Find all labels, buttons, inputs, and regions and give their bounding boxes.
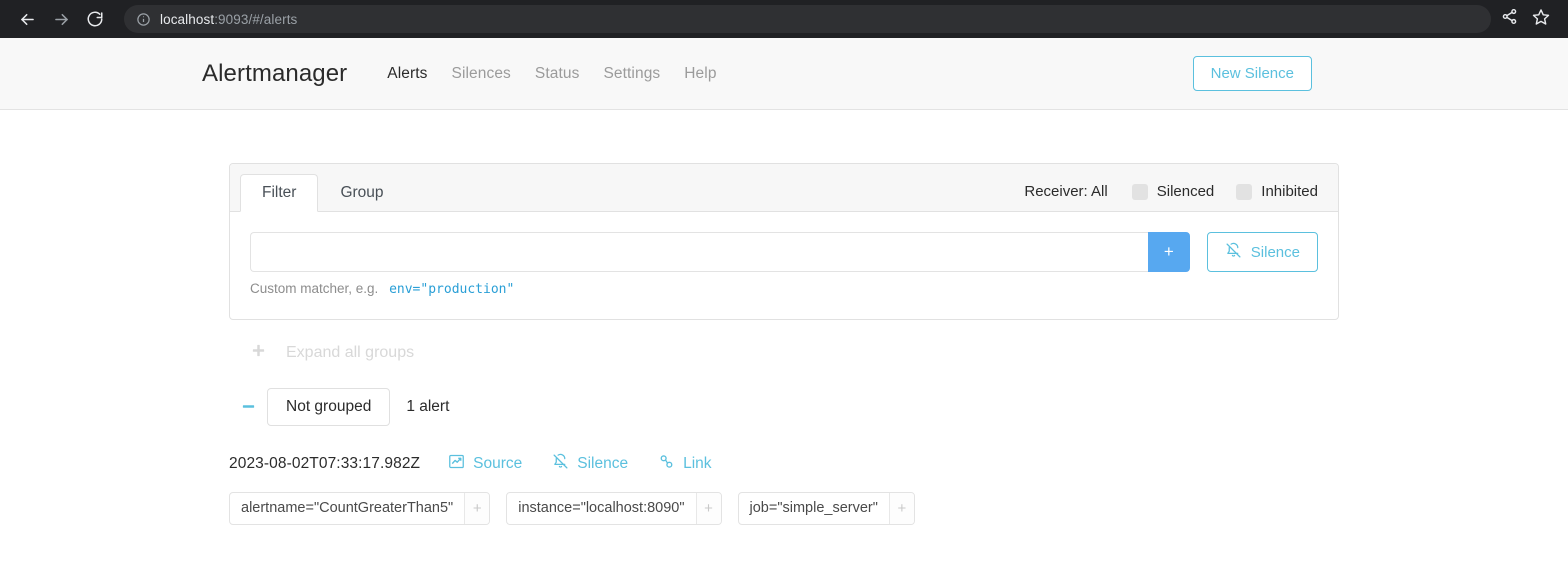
chart-icon [448,453,465,475]
address-bar-text: localhost:9093/#/alerts [160,12,297,27]
silence-button[interactable]: Silence [1206,232,1318,272]
tab-group[interactable]: Group [318,174,405,212]
url-path: :9093/#/alerts [214,11,298,27]
new-silence-button[interactable]: New Silence [1192,56,1312,91]
alert-source-link[interactable]: Source [448,453,522,475]
reload-button[interactable] [80,4,110,34]
toggle-silenced-label: Silenced [1156,183,1215,200]
filter-card-body: + Silence Custom matcher, e.g. env="prod… [230,212,1338,319]
alert-label-chip: instance="localhost:8090" + [506,491,722,525]
expand-all-groups[interactable]: Expand all groups [229,343,1339,363]
back-button[interactable] [12,4,42,34]
tab-filter[interactable]: Filter [240,174,319,212]
star-icon[interactable] [1532,8,1550,31]
alert-meta-row: 2023-08-02T07:33:17.982Z Source Silence … [229,453,1339,475]
alert-link-label: Link [683,454,712,472]
group-name-button[interactable]: Not grouped [267,388,391,426]
add-label-filter-button[interactable]: + [695,492,721,524]
alert-label-text: instance="localhost:8090" [518,499,685,516]
address-bar[interactable]: localhost:9093/#/alerts [124,5,1491,33]
plus-icon [251,343,266,363]
main-nav: Alerts Silences Status Settings Help [375,65,728,83]
nav-item-settings[interactable]: Settings [591,65,672,83]
matcher-hint-text: Custom matcher, e.g. [250,281,379,296]
nav-item-silences[interactable]: Silences [440,65,523,83]
toggle-inhibited[interactable]: Inhibited [1236,183,1318,200]
add-matcher-button[interactable]: + [1147,232,1190,272]
add-label-filter-button[interactable]: + [464,492,490,524]
receiver-selector[interactable]: Receiver: All [1024,183,1107,200]
alert-silence-link[interactable]: Silence [552,453,628,475]
browser-chrome: localhost:9093/#/alerts [0,0,1568,38]
alert-label-text: alertname="CountGreaterThan5" [241,499,454,516]
filter-card: Filter Group Receiver: All Silenced Inhi… [229,163,1339,320]
app-brand[interactable]: Alertmanager [202,60,347,88]
bell-slash-icon [552,453,569,475]
page-content: Filter Group Receiver: All Silenced Inhi… [229,110,1339,525]
alert-silence-label: Silence [577,454,629,472]
bell-slash-icon [1225,242,1242,263]
nav-item-help[interactable]: Help [672,65,728,83]
alert-labels: alertname="CountGreaterThan5" + instance… [229,491,1339,525]
nav-item-alerts[interactable]: Alerts [375,65,439,83]
alert-label-chip: job="simple_server" + [737,491,915,525]
nav-item-status[interactable]: Status [523,65,592,83]
toggle-silenced[interactable]: Silenced [1131,183,1215,200]
forward-arrow-icon [52,10,71,29]
matcher-hint: Custom matcher, e.g. env="production" [250,281,1318,297]
toggle-inhibited-label: Inhibited [1261,183,1318,200]
checkbox-icon[interactable] [1131,183,1148,200]
forward-button[interactable] [46,4,76,34]
checkbox-icon[interactable] [1236,183,1253,200]
reload-icon [86,10,104,28]
app-navbar: Alertmanager Alerts Silences Status Sett… [0,38,1568,110]
alert-link-link[interactable]: Link [658,453,712,475]
add-label-filter-button[interactable]: + [888,492,914,524]
alert-source-label: Source [473,454,523,472]
back-arrow-icon [18,10,37,29]
filter-tabs: Filter Group [240,174,406,212]
chrome-toolbar-right [1501,8,1556,31]
filter-input-row: + Silence [250,232,1318,272]
share-icon[interactable] [1501,8,1518,30]
silence-button-label: Silence [1250,243,1300,261]
filter-header-controls: Receiver: All Silenced Inhibited [1024,183,1318,211]
info-circle-icon[interactable] [136,12,151,27]
minus-icon[interactable] [229,399,267,414]
alert-timestamp: 2023-08-02T07:33:17.982Z [229,454,421,472]
expand-all-groups-label: Expand all groups [286,344,415,361]
alert-label-chip: alertname="CountGreaterThan5" + [229,491,491,525]
url-host: localhost [160,11,215,27]
matcher-hint-example[interactable]: env="production" [389,282,514,297]
filter-input[interactable] [250,232,1148,272]
group-alert-count: 1 alert [406,397,450,415]
alert-label-text: job="simple_server" [749,499,878,516]
link-icon [658,453,675,475]
alert-item: 2023-08-02T07:33:17.982Z Source Silence … [229,453,1339,525]
group-row: Not grouped 1 alert [229,388,1339,426]
filter-card-header: Filter Group Receiver: All Silenced Inhi… [230,164,1338,212]
